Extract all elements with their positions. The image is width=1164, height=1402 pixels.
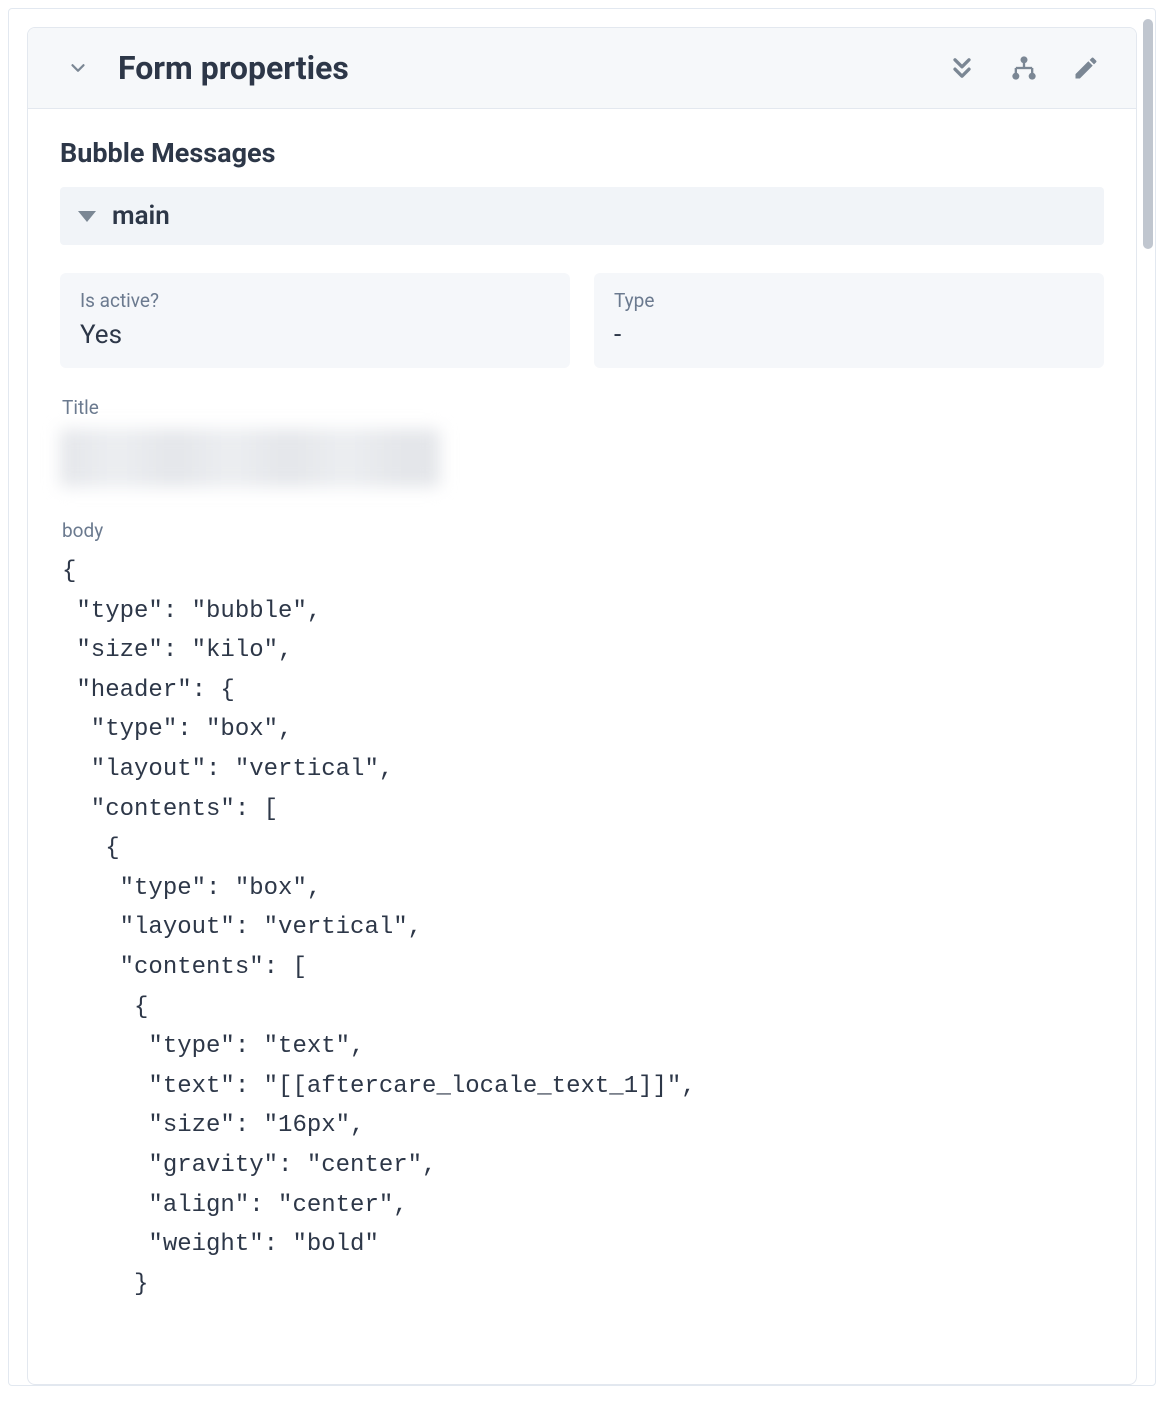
- subsection-name: main: [112, 201, 170, 231]
- triangle-down-icon: [78, 211, 96, 222]
- field-is-active: Is active? Yes: [60, 273, 570, 368]
- title-value-redacted: [60, 429, 440, 487]
- field-label: Is active?: [80, 289, 550, 312]
- expand-all-button[interactable]: [940, 46, 984, 90]
- field-value: Yes: [80, 320, 550, 350]
- form-properties-panel: Form properties: [27, 27, 1137, 1385]
- title-label: Title: [60, 396, 1104, 419]
- tree-view-button[interactable]: [1002, 46, 1046, 90]
- scrollbar-thumb[interactable]: [1143, 19, 1153, 249]
- panel-header: Form properties: [28, 28, 1136, 109]
- field-type: Type -: [594, 273, 1104, 368]
- section-title: Bubble Messages: [60, 137, 1104, 169]
- pencil-icon: [1072, 54, 1100, 82]
- field-value: -: [614, 320, 1084, 350]
- panel-body: Bubble Messages main Is active? Yes Type…: [28, 109, 1136, 1384]
- fields-row: Is active? Yes Type -: [60, 273, 1104, 368]
- hierarchy-icon: [1010, 54, 1038, 82]
- body-code: { "type": "bubble", "size": "kilo", "hea…: [60, 552, 1104, 1304]
- chevron-down-icon: [67, 57, 89, 79]
- properties-window: Form properties: [8, 8, 1156, 1386]
- collapse-toggle[interactable]: [56, 46, 100, 90]
- panel-title: Form properties: [118, 49, 922, 87]
- body-label: body: [60, 519, 1104, 542]
- subsection-main[interactable]: main: [60, 187, 1104, 245]
- double-chevron-down-icon: [948, 54, 976, 82]
- field-label: Type: [614, 289, 1084, 312]
- scrollbar-track: [1143, 19, 1153, 1375]
- edit-button[interactable]: [1064, 46, 1108, 90]
